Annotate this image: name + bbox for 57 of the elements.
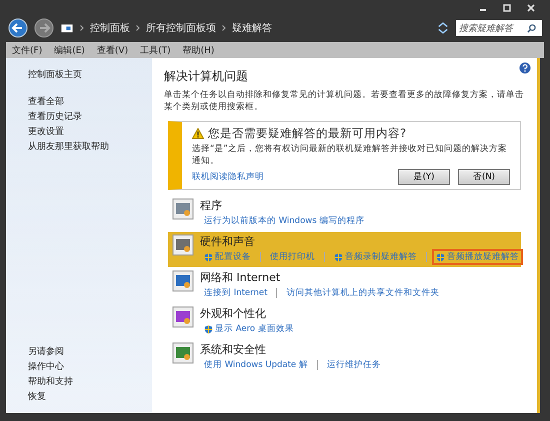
- breadcrumb[interactable]: 所有控制面板项: [146, 21, 216, 35]
- sidebar-link[interactable]: 查看历史记录: [28, 110, 152, 125]
- breadcrumb[interactable]: 控制面板: [90, 21, 130, 35]
- see-also-heading: 另请参阅: [28, 346, 65, 359]
- notice-text: 选择“是”之后，您将有权访问最新的联机疑难解答并接收对已知问题的解决方案通知。: [192, 143, 508, 167]
- category-title[interactable]: 系统和安全性: [200, 342, 385, 357]
- category-link[interactable]: 运行维护任务: [322, 357, 385, 373]
- sidebar-link[interactable]: 操作中心: [28, 360, 152, 375]
- sidebar-link[interactable]: 更改设置: [28, 125, 152, 140]
- category-row[interactable]: 程序 运行为以前版本的 Windows 编写的程序: [168, 196, 521, 231]
- category-icon: [172, 198, 194, 220]
- notice-title: 您是否需要疑难解答的最新可用内容?: [208, 126, 406, 141]
- menu-item[interactable]: 编辑(E): [54, 44, 85, 56]
- category-title[interactable]: 网络和 Internet: [200, 270, 444, 285]
- shield-icon: [204, 252, 213, 262]
- privacy-link[interactable]: 联机阅读隐私声明: [192, 171, 264, 183]
- maximize-icon[interactable]: [502, 3, 512, 13]
- shield-icon: [436, 252, 445, 262]
- category-title[interactable]: 程序: [200, 198, 368, 213]
- menu-item[interactable]: 帮助(H): [182, 44, 214, 56]
- chevron-icon: [80, 25, 84, 31]
- sidebar-link[interactable]: 恢复: [28, 390, 152, 405]
- category-link[interactable]: 显示 Aero 桌面效果: [200, 321, 298, 337]
- shield-icon: [204, 324, 213, 334]
- category-link[interactable]: 运行为以前版本的 Windows 编写的程序: [200, 213, 368, 229]
- sidebar-link[interactable]: 控制面板主页: [28, 68, 152, 83]
- warning-icon: [192, 128, 204, 139]
- notice-button[interactable]: 否(N): [458, 169, 510, 185]
- notice-button[interactable]: 是(Y): [398, 169, 450, 185]
- menu-item[interactable]: 文件(F): [12, 44, 42, 56]
- page-description: 单击某个任务以自动排除和修复常见的计算机问题。若要查看更多的故障修复方案，请单击某个类别或使用搜索框。: [164, 89, 525, 113]
- category-icon: [172, 342, 194, 364]
- page-heading: 解决计算机问题: [164, 68, 249, 85]
- close-icon[interactable]: [526, 3, 536, 13]
- category-icon: [172, 270, 194, 292]
- menu-item[interactable]: 工具(T): [140, 44, 171, 56]
- category-link[interactable]: 访问其他计算机上的共享文件和文件夹: [282, 285, 444, 301]
- category-icon: [172, 234, 194, 256]
- sidebar-link[interactable]: 帮助和支持: [28, 375, 152, 390]
- search-icon: [527, 24, 536, 32]
- sidebar-link[interactable]: 查看全部: [28, 95, 152, 110]
- category-row[interactable]: 网络和 Internet 连接到 Internet 访问其他计算机上的共享文件和文件夹: [168, 268, 521, 303]
- chevron-icon: [136, 25, 140, 31]
- category-link[interactable]: 连接到 Internet: [200, 285, 272, 301]
- category-icon: [172, 306, 194, 328]
- help-icon[interactable]: [519, 62, 531, 74]
- shield-icon: [334, 252, 343, 262]
- menu-item[interactable]: 查看(V): [96, 44, 128, 56]
- category-title[interactable]: 外观和个性化: [200, 306, 298, 321]
- breadcrumb[interactable]: 疑难解答: [232, 21, 272, 35]
- chevron-icon: [222, 25, 226, 31]
- sidebar-link[interactable]: 从朋友那里获取帮助: [28, 140, 152, 155]
- search-field[interactable]: 搜索疑难解答: [456, 20, 542, 36]
- category-link[interactable]: 使用 Windows Update 解: [200, 357, 312, 373]
- category-title[interactable]: 硬件和声音: [200, 234, 523, 249]
- category-row[interactable]: 外观和个性化 显示 Aero 桌面效果: [168, 304, 521, 339]
- category-row[interactable]: 系统和安全性 使用 Windows Update 解 运行维护任务: [168, 340, 521, 375]
